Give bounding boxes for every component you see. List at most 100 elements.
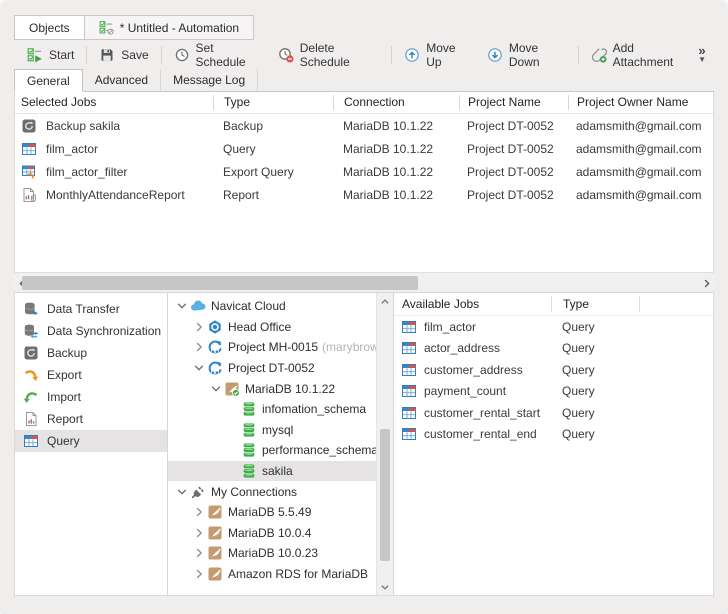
category-item[interactable]: Import — [15, 386, 167, 408]
add-attachment-icon — [591, 47, 607, 63]
selected-job-row[interactable]: MonthlyAttendanceReport Report MariaDB 1… — [15, 183, 713, 206]
available-job-row[interactable]: customer_rental_start Query — [394, 402, 713, 424]
tree-item-label: My Connections — [211, 485, 297, 499]
available-job-row[interactable]: payment_count Query — [394, 381, 713, 403]
tree-item[interactable]: sakila — [168, 461, 376, 482]
set-schedule-button[interactable]: Set Schedule — [165, 43, 269, 67]
job-connection: MariaDB 10.1.22 — [333, 142, 459, 156]
tree-item[interactable]: MariaDB 10.1.22 — [168, 378, 376, 399]
column-header-connection[interactable]: Connection — [333, 95, 459, 110]
scroll-down-arrow[interactable] — [377, 579, 393, 594]
tab-general[interactable]: General — [14, 69, 83, 92]
add-attachment-button[interactable]: Add Attachment — [582, 43, 699, 67]
save-button[interactable]: Save — [90, 43, 157, 67]
save-icon — [99, 47, 115, 63]
tree-item[interactable]: My Connections — [168, 481, 376, 502]
start-button[interactable]: Start — [18, 43, 83, 67]
column-header-type[interactable]: Type — [213, 95, 333, 110]
delete-schedule-button[interactable]: Delete Schedule — [269, 43, 389, 67]
tree-expander-icon[interactable] — [191, 340, 207, 354]
column-header-empty — [639, 296, 713, 312]
available-job-type: Query — [551, 384, 639, 398]
tab-objects[interactable]: Objects — [14, 15, 85, 40]
view-subtabs: General Advanced Message Log — [14, 69, 714, 92]
job-type-icon — [21, 118, 37, 134]
selected-job-row[interactable]: film_actor Query MariaDB 10.1.22 Project… — [15, 137, 713, 160]
tree-expander-icon[interactable] — [208, 382, 224, 396]
automation-window: Objects * Untitled - Automation Start Sa… — [0, 0, 728, 614]
category-item[interactable]: Data Transfer — [15, 298, 167, 320]
tree-expander-icon[interactable] — [225, 423, 241, 437]
selected-jobs-body: Backup sakila Backup MariaDB 10.1.22 Pro… — [15, 114, 713, 206]
tree-item[interactable]: Project DT-0052 — [168, 358, 376, 379]
selected-job-row[interactable]: film_actor_filter Export Query MariaDB 1… — [15, 160, 713, 183]
available-job-row[interactable]: film_actor Query — [394, 316, 713, 338]
available-job-type: Query — [551, 427, 639, 441]
tree-item[interactable]: mysql — [168, 420, 376, 441]
tree-scrollbar-thumb[interactable] — [380, 429, 390, 561]
tree-item[interactable]: MariaDB 5.5.49 — [168, 502, 376, 523]
move-down-button[interactable]: Move Down — [478, 43, 575, 67]
category-item[interactable]: Data Synchronization — [15, 320, 167, 342]
scroll-up-arrow[interactable] — [377, 294, 393, 309]
tree-expander-icon[interactable] — [191, 505, 207, 519]
column-header-project-owner-name[interactable]: Project Owner Name — [568, 95, 713, 110]
scroll-right-arrow[interactable] — [699, 275, 713, 291]
tree-expander-icon[interactable] — [191, 546, 207, 560]
tree-expander-icon[interactable] — [225, 402, 241, 416]
tree-item-label: MariaDB 10.0.23 — [228, 546, 318, 560]
tab-untitled-automation[interactable]: * Untitled - Automation — [85, 15, 254, 40]
available-job-name: customer_rental_start — [424, 406, 540, 420]
selected-job-row[interactable]: Backup sakila Backup MariaDB 10.1.22 Pro… — [15, 114, 713, 137]
category-item[interactable]: Backup — [15, 342, 167, 364]
category-item[interactable]: Report — [15, 408, 167, 430]
move-up-button[interactable]: Move Up — [395, 43, 478, 67]
tree-item[interactable]: Navicat Cloud — [168, 296, 376, 317]
horizontal-scrollbar-thumb[interactable] — [22, 276, 418, 290]
clock-icon — [174, 47, 190, 63]
available-job-name: customer_rental_end — [424, 427, 537, 441]
tree-item[interactable]: MariaDB 10.0.23 — [168, 543, 376, 564]
job-name: MonthlyAttendanceReport — [46, 188, 185, 202]
tree-item-label: Head Office — [228, 320, 291, 334]
tree-item-label: mysql — [262, 423, 293, 437]
tab-general-label: General — [27, 74, 70, 88]
available-job-row[interactable]: actor_address Query — [394, 338, 713, 360]
tree-item[interactable]: performance_schema — [168, 440, 376, 461]
tree-expander-icon[interactable] — [191, 526, 207, 540]
tree-expander-icon[interactable] — [174, 299, 190, 313]
tree-expander-icon[interactable] — [191, 361, 207, 375]
available-job-row[interactable]: customer_rental_end Query — [394, 424, 713, 446]
horizontal-scrollbar[interactable] — [14, 272, 714, 292]
tree-item[interactable]: Project MH-0015 (marybrow — [168, 337, 376, 358]
chevron-right-icon — [701, 278, 712, 289]
column-header-selected-jobs[interactable]: Selected Jobs — [15, 95, 213, 110]
tree-item[interactable]: infomation_schema — [168, 399, 376, 420]
toolbar-overflow-button[interactable]: » ▼ — [698, 46, 710, 64]
available-job-row[interactable]: customer_address Query — [394, 359, 713, 381]
tab-message-log[interactable]: Message Log — [161, 69, 258, 91]
tree-vertical-scrollbar[interactable] — [376, 293, 393, 595]
tab-advanced[interactable]: Advanced — [83, 69, 161, 91]
selected-jobs-table: Selected Jobs Type Connection Project Na… — [14, 92, 714, 272]
tree-item-icon — [207, 504, 223, 520]
caret-down-icon: ▼ — [698, 55, 706, 64]
tree-expander-icon[interactable] — [225, 443, 241, 457]
available-job-type: Query — [551, 320, 639, 334]
column-header-available-type[interactable]: Type — [551, 296, 639, 312]
column-header-project-name[interactable]: Project Name — [459, 95, 568, 110]
tree-expander-icon[interactable] — [225, 464, 241, 478]
delete-schedule-label: Delete Schedule — [300, 41, 380, 69]
tree-item[interactable]: Amazon RDS for MariaDB — [168, 564, 376, 585]
category-item[interactable]: Query — [15, 430, 167, 452]
tree-item[interactable]: MariaDB 10.0.4 — [168, 523, 376, 544]
category-icon — [23, 367, 39, 383]
tree-expander-icon[interactable] — [191, 567, 207, 581]
tree-item[interactable]: Head Office — [168, 317, 376, 338]
tree-expander-icon[interactable] — [174, 485, 190, 499]
tree-expander-icon[interactable] — [191, 320, 207, 334]
column-header-available-jobs[interactable]: Available Jobs — [394, 296, 551, 312]
tree-item-icon — [207, 545, 223, 561]
tree-item-icon — [224, 381, 240, 397]
category-item[interactable]: Export — [15, 364, 167, 386]
